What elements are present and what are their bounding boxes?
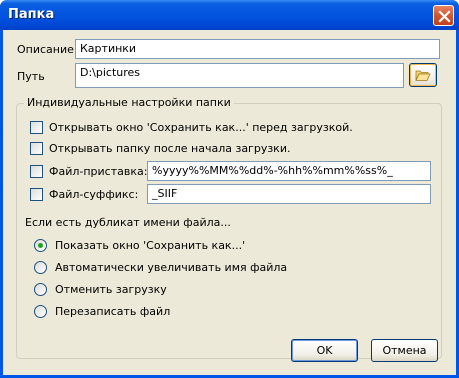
cancel-download-radio[interactable] [34,283,47,296]
open-folder-checkbox[interactable] [30,142,43,155]
ok-button[interactable]: OK [291,339,358,362]
show-save-as-label: Показать окно 'Сохранить как...' [55,239,246,252]
cancel-button[interactable]: Отмена [371,339,438,362]
dialog-window: Папка Описание Картинки Путь D:\pictures… [0,0,459,378]
folder-open-icon [415,70,431,81]
window-title: Папка [8,7,55,22]
open-save-as-label: Открывать окно 'Сохранить как...' перед … [49,121,353,134]
path-label: Путь [17,70,45,83]
auto-increment-radio[interactable] [34,261,47,274]
open-folder-label: Открывать папку после начала загрузки. [49,142,291,155]
duplicate-name-label: Если есть дубликат имени файла... [25,216,231,229]
description-input[interactable]: Картинки [75,39,440,59]
suffix-checkbox[interactable] [30,188,43,201]
path-input[interactable]: D:\pictures [75,63,404,88]
close-button[interactable] [433,5,454,26]
prefix-checkbox[interactable] [30,165,43,178]
prefix-label: Файл-приставка: [49,165,148,178]
description-label: Описание [17,43,74,56]
folder-settings-group-title: Индивидуальные настройки папки [24,96,234,109]
overwrite-file-label: Перезаписать файл [55,305,171,318]
dialog-client-area: Описание Картинки Путь D:\pictures Индив… [3,30,456,375]
overwrite-file-radio[interactable] [34,305,47,318]
suffix-label: Файл-суффикс: [49,188,139,201]
open-save-as-checkbox[interactable] [30,121,43,134]
cancel-download-label: Отменить загрузку [55,283,167,296]
close-icon [438,10,451,23]
prefix-input[interactable]: %yyyy%%MM%%dd%-%hh%%mm%%ss%_ [147,161,431,181]
auto-increment-label: Автоматически увеличивать имя файла [55,261,288,274]
title-bar[interactable]: Папка [0,0,459,30]
show-save-as-radio[interactable] [34,239,47,252]
suffix-input[interactable]: _SIIF [147,184,431,204]
browse-folder-button[interactable] [409,63,437,87]
